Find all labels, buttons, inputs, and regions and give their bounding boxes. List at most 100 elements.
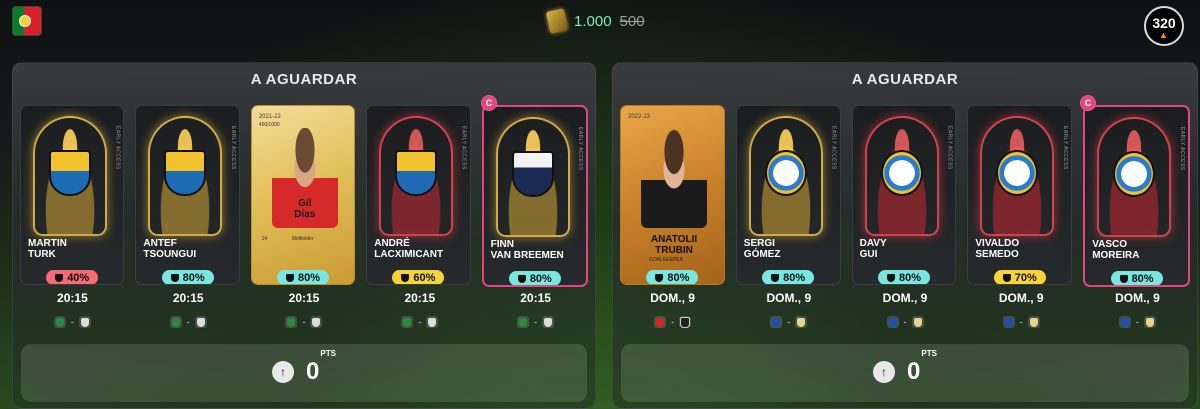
trophy-icon (401, 273, 410, 282)
arrow-up-icon[interactable]: ↑ (873, 361, 896, 383)
kickoff-time: 20:15 (172, 291, 204, 305)
club-crest-icon (49, 150, 91, 196)
card-side-tag: EARLY ACCESS (114, 126, 121, 170)
trophy-icon (771, 273, 780, 282)
score-pill: 40% (46, 270, 99, 284)
coin-icon (545, 8, 569, 34)
fixture: - (736, 316, 841, 328)
club-crest-icon (511, 151, 554, 197)
home-crest-icon (285, 316, 298, 328)
fixture: - (483, 316, 588, 328)
fixture: - (1085, 316, 1190, 328)
card-position-number: 24 (261, 236, 268, 242)
fixture: - (252, 316, 357, 328)
lineup-panel-right: A AGUARDAR 2022-23 ANATOLII TRUBIN GOALKE… (612, 62, 1198, 409)
player-name: MARTIN TURK (28, 238, 67, 260)
player-card[interactable]: 2021-22 450/1000 Gil Dias 24 Midfielder 8… (250, 105, 356, 285)
card-side-tag: EARLY ACCESS (1062, 126, 1069, 170)
trophy-icon (517, 274, 526, 283)
away-crest-icon (1027, 316, 1040, 328)
kickoff-time: DOM., 9 (1115, 291, 1160, 305)
home-crest-icon (654, 316, 667, 328)
score-pill: 80% (1110, 271, 1163, 285)
kickoff-time: DOM., 9 (766, 291, 812, 305)
fixture: - (367, 316, 472, 328)
trophy-icon (655, 273, 664, 282)
away-crest-icon (1143, 316, 1156, 328)
player-name: DAVY GUI (859, 238, 887, 260)
home-crest-icon (169, 316, 182, 328)
player-card[interactable]: EARLY ACCESS ANDRÉ LACXIMICANT 60% (366, 105, 471, 285)
player-card[interactable]: EARLY ACCESS VASCO MOREIRA 80% (1083, 105, 1190, 287)
fixture: - (969, 316, 1074, 328)
card-serial: 450/1000 (258, 122, 280, 128)
trophy-icon (886, 273, 895, 282)
away-crest-icon (78, 316, 91, 328)
points-value: 0PTS (907, 349, 937, 385)
home-crest-icon (1118, 316, 1131, 328)
score-pill: 60% (392, 270, 445, 284)
trophy-icon (1002, 273, 1011, 282)
away-crest-icon (194, 316, 207, 328)
player-name: ANTEF TSOUNGUI (143, 238, 197, 260)
player-card[interactable]: EARLY ACCESS FINN VAN BREEMEN 80% (481, 105, 589, 287)
away-crest-icon (310, 316, 323, 328)
flame-icon: ▲ (1159, 30, 1168, 40)
lineup-panel-left: A AGUARDAR EARLY ACCESS MARTIN TURK 40% E… (12, 62, 596, 409)
arrow-up-icon[interactable]: ↑ (272, 361, 295, 383)
home-crest-icon (517, 316, 530, 328)
kickoff-time: DOM., 9 (882, 291, 928, 305)
score-pill: 80% (508, 271, 561, 285)
player-card[interactable]: EARLY ACCESS SERGI GÓMEZ 80% (735, 105, 841, 285)
trophy-icon (286, 273, 294, 282)
home-crest-icon (1002, 316, 1015, 328)
player-name: SERGI GÓMEZ (743, 238, 781, 260)
kickoff-time: 20:15 (404, 291, 436, 305)
trophy-icon (55, 273, 64, 282)
streak-value: 320 (1152, 15, 1176, 31)
card-side-tag: EARLY ACCESS (229, 126, 236, 170)
panel-title: A AGUARDAR (250, 71, 358, 88)
panel-title: A AGUARDAR (851, 71, 959, 88)
streak-counter[interactable]: 320 ▲ (1144, 6, 1184, 46)
away-crest-icon (795, 316, 808, 328)
away-crest-icon (679, 316, 692, 328)
fixture: - (620, 316, 725, 328)
balance-current: 1.000 (574, 12, 612, 30)
kickoff-time: DOM., 9 (998, 291, 1044, 305)
score-pill: 70% (993, 270, 1046, 284)
player-name: ANDRÉ LACXIMICANT (374, 238, 444, 260)
away-crest-icon (426, 316, 439, 328)
score-pill: 80% (877, 270, 930, 284)
player-card[interactable]: EARLY ACCESS ANTEF TSOUNGUI 80% (135, 105, 240, 285)
score-pill: 80% (277, 270, 330, 284)
club-crest-icon (395, 150, 438, 196)
kickoff-time: DOM., 9 (650, 291, 695, 305)
club-crest-icon (764, 150, 807, 196)
flag-portugal-icon[interactable] (12, 6, 42, 36)
score-pill: 80% (762, 270, 815, 284)
points-value: 0PTS (306, 349, 336, 385)
card-side-tag: EARLY ACCESS (460, 126, 467, 170)
player-card[interactable]: 2022-23 ANATOLII TRUBIN GOALKEEPER 80% (620, 105, 725, 285)
kickoff-time: 20:15 (520, 291, 551, 305)
club-crest-icon (1113, 151, 1156, 197)
card-position-label: Midfielder (291, 236, 314, 242)
home-crest-icon (886, 316, 899, 328)
card-position-label: GOALKEEPER (649, 257, 684, 263)
score-pill: 80% (161, 270, 214, 284)
fixture: - (136, 316, 241, 328)
score-pill: 80% (646, 270, 699, 284)
trophy-icon (170, 273, 179, 282)
player-card[interactable]: EARLY ACCESS DAVY GUI 80% (851, 105, 957, 285)
player-card[interactable]: EARLY ACCESS MARTIN TURK 40% (20, 105, 125, 285)
card-side-tag: EARLY ACCESS (577, 127, 584, 171)
player-card[interactable]: EARLY ACCESS VIVALDO SEMEDO 70% (967, 105, 1073, 285)
balance: 1.000 500 (545, 8, 645, 34)
points-bar: ↑ 0PTS (21, 344, 587, 402)
away-crest-icon (911, 316, 924, 328)
club-crest-icon (164, 150, 207, 196)
player-name: ANATOLII TRUBIN (650, 234, 698, 256)
home-crest-icon (53, 316, 66, 328)
captain-badge: C (481, 95, 497, 111)
